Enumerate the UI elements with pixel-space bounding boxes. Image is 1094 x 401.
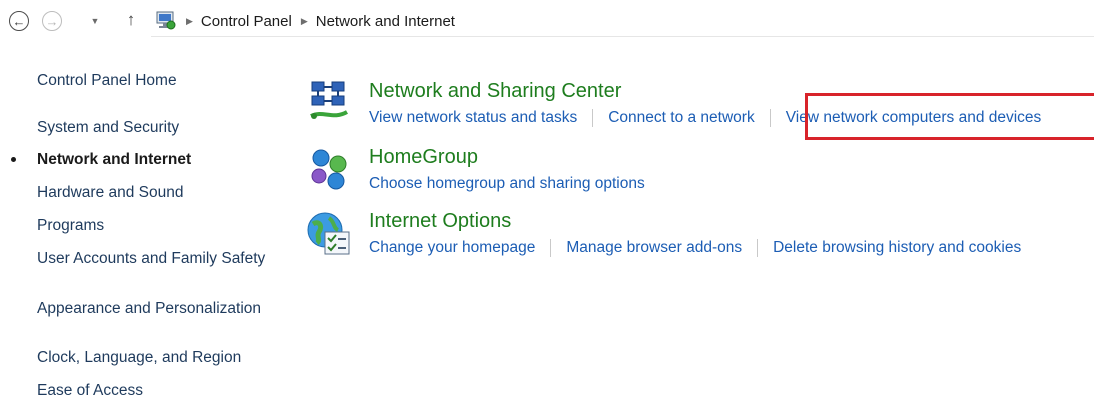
sidebar-item-ease-of-access[interactable]: Ease of Access	[37, 380, 267, 401]
highlight-box	[805, 93, 1094, 140]
sidebar-item-network-and-internet[interactable]: Network and Internet	[11, 149, 267, 170]
breadcrumb-separator-icon: ▶	[186, 15, 193, 26]
homegroup-sharing-options-link[interactable]: Choose homegroup and sharing options	[369, 175, 645, 193]
category-links: Change your homepage Manage browser add-…	[369, 239, 1021, 257]
manage-addons-link[interactable]: Manage browser add-ons	[566, 239, 742, 257]
breadcrumb-network-and-internet[interactable]: Network and Internet	[316, 13, 455, 30]
up-arrow-icon: ↑	[126, 10, 136, 29]
homegroup-icon	[311, 149, 347, 190]
delete-history-link[interactable]: Delete browsing history and cookies	[773, 239, 1021, 257]
link-divider	[550, 239, 552, 257]
back-button[interactable]: ←	[9, 11, 29, 31]
category-links: Choose homegroup and sharing options	[369, 175, 645, 193]
address-bar[interactable]: ▶ Control Panel ▶ Network and Internet	[151, 6, 1094, 37]
breadcrumb-separator-icon: ▶	[300, 15, 308, 26]
category-title[interactable]: HomeGroup	[369, 146, 478, 169]
breadcrumb-control-panel[interactable]: Control Panel	[201, 13, 292, 30]
back-arrow-icon: ←	[12, 13, 26, 29]
internet-options-icon	[307, 212, 350, 255]
category-title[interactable]: Internet Options	[369, 210, 511, 233]
active-bullet-icon	[11, 157, 16, 162]
category-internet-options: Internet Options Change your homepage Ma…	[305, 210, 1094, 260]
category-title[interactable]: Network and Sharing Center	[369, 80, 621, 103]
sidebar-item-appearance[interactable]: Appearance and Personalization	[37, 298, 267, 319]
link-divider	[769, 109, 771, 127]
connect-to-network-link[interactable]: Connect to a network	[608, 109, 754, 127]
network-sharing-icon	[310, 81, 348, 119]
recent-locations-button[interactable]: ▼	[89, 14, 101, 28]
link-divider	[757, 239, 759, 257]
view-network-status-link[interactable]: View network status and tasks	[369, 109, 577, 127]
sidebar-item-clock-language-region[interactable]: Clock, Language, and Region	[37, 347, 267, 368]
sidebar-item-system-and-security[interactable]: System and Security	[37, 117, 267, 138]
link-divider	[592, 109, 594, 127]
sidebar-item-user-accounts[interactable]: User Accounts and Family Safety	[37, 248, 267, 269]
sidebar-item-programs[interactable]: Programs	[37, 215, 267, 236]
navigation-bar: ← → ▼ ↑ ▶ Control Panel ▶ Network and In…	[0, 0, 1094, 42]
sidebar-item-hardware-and-sound[interactable]: Hardware and Sound	[37, 182, 267, 203]
chevron-down-icon: ▼	[90, 16, 100, 26]
up-button[interactable]: ↑	[123, 10, 139, 29]
sidebar-item-label: Network and Internet	[37, 151, 192, 168]
control-panel-icon	[156, 11, 176, 30]
sidebar-item-control-panel-home[interactable]: Control Panel Home	[37, 70, 267, 91]
category-homegroup: HomeGroup Choose homegroup and sharing o…	[305, 146, 1094, 196]
change-homepage-link[interactable]: Change your homepage	[369, 239, 535, 257]
forward-button[interactable]: →	[42, 11, 62, 31]
forward-arrow-icon: →	[45, 13, 59, 29]
